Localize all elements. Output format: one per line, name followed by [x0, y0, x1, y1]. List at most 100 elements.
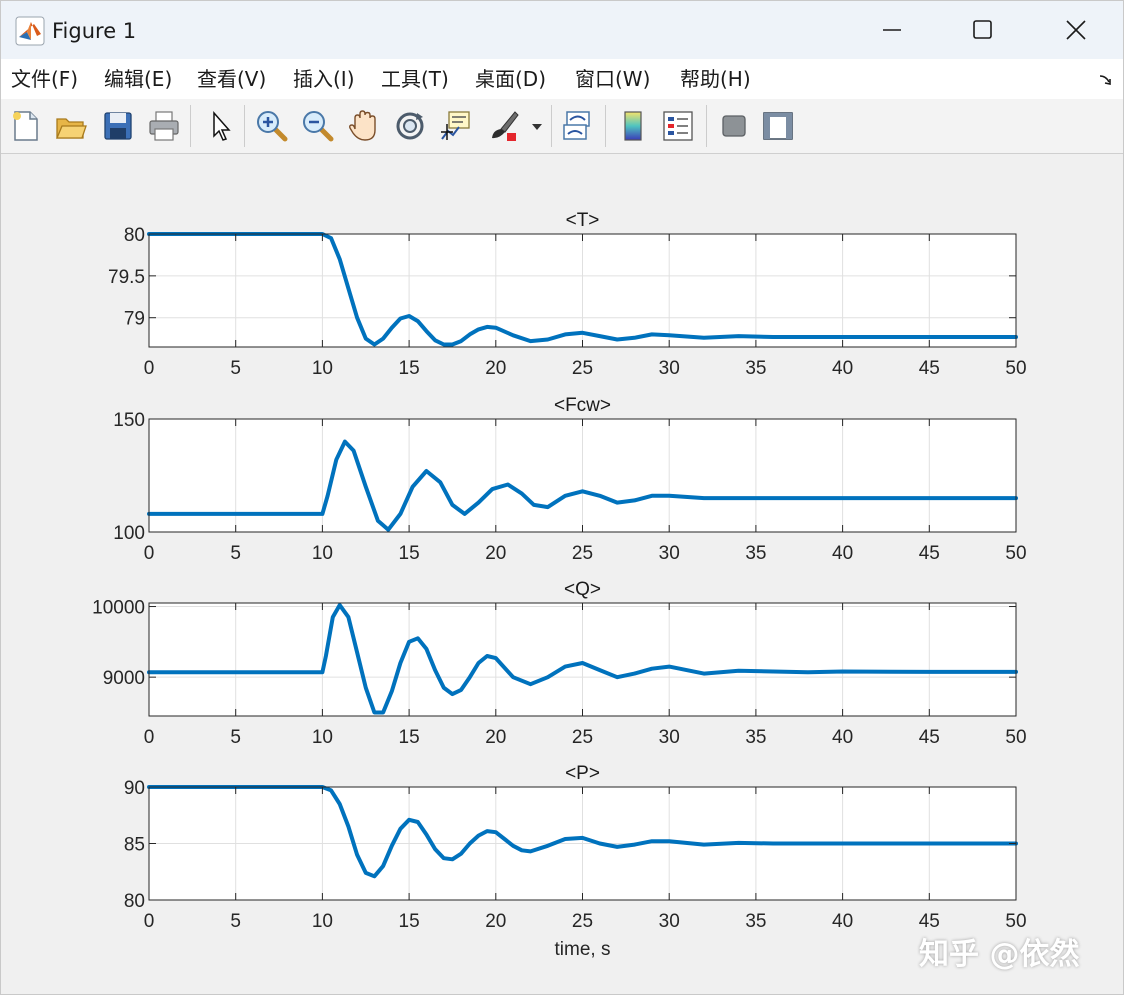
zoom-in-icon[interactable] [255, 109, 289, 143]
x-tick-label: 20 [485, 543, 506, 564]
y-tick-label: 80 [124, 225, 145, 246]
x-tick-label: 40 [832, 543, 853, 564]
open-file-icon[interactable] [54, 109, 88, 143]
edit-plot-arrow-icon[interactable] [203, 109, 237, 143]
x-tick-label: 35 [745, 358, 766, 379]
close-button[interactable] [1053, 9, 1099, 51]
toolbar-separator [551, 105, 552, 147]
figure-window: Figure 1 文件(F) 编辑(E) 查看(V) 插入(I) 工具(T) 桌… [0, 0, 1124, 995]
x-tick-label: 40 [832, 358, 853, 379]
print-icon[interactable] [147, 109, 181, 143]
matlab-logo-icon [15, 16, 45, 46]
menu-tools[interactable]: 工具(T) [381, 65, 449, 93]
rotate-3d-icon[interactable] [393, 109, 427, 143]
title-bar[interactable]: Figure 1 [1, 1, 1123, 59]
legend-icon[interactable] [661, 109, 695, 143]
x-tick-label: 40 [832, 727, 853, 748]
x-tick-label: 10 [312, 911, 333, 932]
hide-plot-tools-icon[interactable] [717, 109, 751, 143]
x-tick-label: 20 [485, 358, 506, 379]
x-tick-label: 15 [399, 911, 420, 932]
x-tick-label: 10 [312, 543, 333, 564]
x-tick-label: 15 [399, 727, 420, 748]
x-tick-label: 10 [312, 727, 333, 748]
menu-desktop[interactable]: 桌面(D) [475, 65, 546, 93]
y-tick-label: 79 [124, 309, 145, 330]
x-tick-label: 20 [485, 911, 506, 932]
toolbar-separator [190, 105, 191, 147]
subplot-title: <Fcw> [554, 395, 611, 416]
y-tick-label: 100 [113, 523, 145, 544]
maximize-button[interactable] [959, 9, 1005, 51]
x-tick-label: 50 [1005, 727, 1026, 748]
minimize-button[interactable] [869, 9, 915, 51]
subplot-3[interactable]: 0 5 10 15 20 25 30 35 40 45 50 9000 10000 <Q> [92, 579, 1026, 748]
colorbar-icon[interactable] [616, 109, 650, 143]
x-tick-label: 15 [399, 358, 420, 379]
subplot-2[interactable]: 0 5 10 15 20 25 30 35 40 45 50 100 150 <Fcw> [113, 395, 1026, 564]
x-tick-label: 0 [144, 911, 155, 932]
menu-help[interactable]: 帮助(H) [680, 65, 751, 93]
y-tick-label: 85 [124, 835, 145, 856]
y-tick-label: 9000 [103, 668, 145, 689]
save-icon[interactable] [101, 109, 135, 143]
toolbar-separator [706, 105, 707, 147]
link-plot-icon[interactable] [561, 109, 595, 143]
x-tick-label: 50 [1005, 543, 1026, 564]
y-tick-label: 10000 [92, 598, 145, 619]
watermark-text: 知乎 @依然 [919, 937, 1080, 972]
data-cursor-icon[interactable] [439, 109, 473, 143]
x-tick-label: 25 [572, 543, 593, 564]
x-tick-label: 10 [312, 358, 333, 379]
x-tick-label: 20 [485, 727, 506, 748]
menu-view[interactable]: 查看(V) [197, 65, 266, 93]
x-tick-label: 25 [572, 358, 593, 379]
figure-canvas[interactable]: 0 5 10 15 20 25 30 35 40 45 507979.580<T>0 5 10 15 20 2… [1, 154, 1123, 994]
menu-edit[interactable]: 编辑(E) [104, 65, 172, 93]
x-tick-label: 30 [659, 358, 680, 379]
x-tick-label: 45 [919, 727, 940, 748]
toolbar-separator [605, 105, 606, 147]
x-tick-label: 50 [1005, 358, 1026, 379]
menu-bar: 文件(F) 编辑(E) 查看(V) 插入(I) 工具(T) 桌面(D) 窗口(W… [1, 59, 1123, 99]
subplot-title: <P> [565, 763, 600, 784]
toolbar-separator [244, 105, 245, 147]
brush-icon[interactable] [487, 109, 521, 143]
chevron-down-icon[interactable] [528, 109, 546, 143]
x-tick-label: 40 [832, 911, 853, 932]
x-tick-label: 30 [659, 911, 680, 932]
x-tick-label: 0 [144, 727, 155, 748]
y-tick-label: 150 [113, 410, 145, 431]
subplot-4[interactable]: 0 5 10 15 20 25 30 35 40 45 50808590<P>time, s [124, 763, 1027, 960]
x-tick-label: 45 [919, 358, 940, 379]
y-tick-label: 90 [124, 778, 145, 799]
x-tick-label: 30 [659, 727, 680, 748]
x-tick-label: 5 [230, 543, 241, 564]
show-plot-tools-icon[interactable] [761, 109, 795, 143]
zoom-out-icon[interactable] [301, 109, 335, 143]
x-tick-label: 15 [399, 543, 420, 564]
window-title: Figure 1 [52, 19, 137, 43]
y-tick-label: 79.5 [108, 267, 145, 288]
subplot-1[interactable]: 0 5 10 15 20 25 30 35 40 45 50 79 79.5 80 <T> [108, 210, 1027, 379]
x-tick-label: 0 [144, 358, 155, 379]
x-axis-label: time, s [555, 939, 611, 960]
x-tick-label: 30 [659, 543, 680, 564]
new-figure-icon[interactable] [9, 109, 43, 143]
x-tick-label: 25 [572, 911, 593, 932]
x-tick-label: 35 [745, 543, 766, 564]
x-tick-label: 35 [745, 911, 766, 932]
figure-toolbar [1, 99, 1123, 154]
menu-insert[interactable]: 插入(I) [293, 65, 355, 93]
subplot-title: <Q> [564, 579, 601, 600]
x-tick-label: 25 [572, 727, 593, 748]
x-tick-label: 5 [230, 358, 241, 379]
menu-file[interactable]: 文件(F) [11, 65, 78, 93]
y-tick-label: 80 [124, 891, 145, 912]
x-tick-label: 5 [230, 727, 241, 748]
x-tick-label: 45 [919, 543, 940, 564]
menu-window[interactable]: 窗口(W) [575, 65, 650, 93]
subplot-title: <T> [566, 210, 600, 231]
dock-arrow-icon[interactable] [1097, 71, 1115, 89]
pan-hand-icon[interactable] [347, 109, 381, 143]
